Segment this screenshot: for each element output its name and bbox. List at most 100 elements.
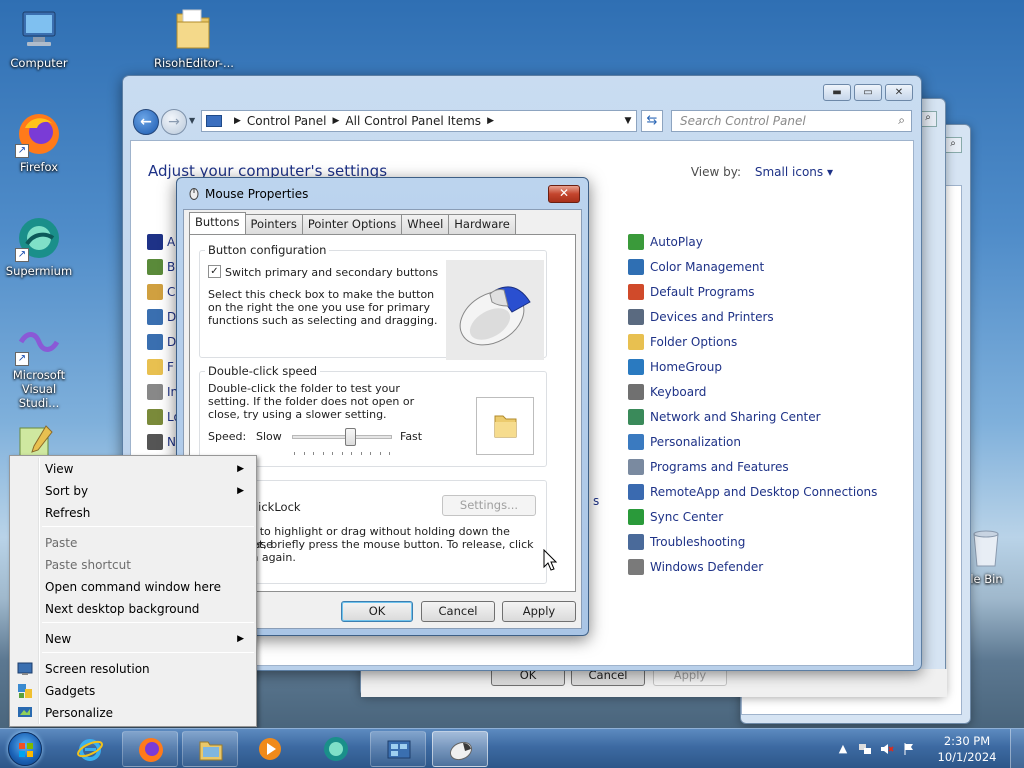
view-by[interactable]: View by: Small icons ▾ (691, 165, 833, 179)
taskbar-firefox[interactable] (122, 731, 178, 767)
window-caption-buttons: ▬ ▭ ✕ (823, 84, 913, 101)
control-panel-item-icon (628, 433, 644, 450)
tab-pointer-options[interactable]: Pointer Options (301, 214, 403, 234)
shortcut-arrow-icon: ↗ (15, 144, 29, 158)
desktop-icon-firefox[interactable]: ↗ Firefox (0, 110, 78, 174)
maximize-button[interactable]: ▭ (854, 84, 882, 101)
start-button[interactable] (3, 729, 47, 768)
taskbar-ie[interactable] (62, 731, 118, 767)
menu-item-paste-shortcut[interactable]: Paste shortcut (12, 554, 254, 576)
breadcrumb-separator-icon[interactable]: ▶ (234, 116, 241, 126)
recent-pages-icon[interactable]: ▼ (189, 116, 195, 125)
action-center-flag-icon[interactable] (902, 742, 916, 756)
desktop-icon-risoheditor[interactable]: RisohEditor-... (154, 6, 234, 70)
control-panel-item[interactable]: Troubleshooting (628, 529, 877, 554)
view-by-dropdown[interactable]: Small icons ▾ (755, 165, 833, 179)
control-panel-item[interactable]: AutoPlay (628, 229, 877, 254)
show-desktop-button[interactable] (1010, 729, 1024, 768)
menu-item-paste[interactable]: Paste (12, 532, 254, 554)
control-panel-item[interactable]: Windows Defender (628, 554, 877, 579)
search-icon[interactable]: ⌕ (898, 113, 905, 128)
slow-label: Slow (256, 430, 282, 443)
speed-slider-thumb[interactable] (345, 428, 356, 446)
control-panel-item[interactable]: Folder Options (628, 329, 877, 354)
test-folder[interactable] (476, 397, 534, 455)
folder-icon (169, 6, 217, 54)
personalize-icon (17, 705, 33, 721)
submenu-arrow-icon: ▶ (237, 634, 244, 644)
submenu-arrow-icon: ▶ (237, 464, 244, 474)
desktop-icon-label: Firefox (19, 160, 59, 174)
breadcrumb-all-items[interactable]: All Control Panel Items (345, 114, 481, 128)
clock[interactable]: 2:30 PM 10/1/2024 (932, 733, 1002, 765)
apply-button[interactable]: Apply (502, 601, 576, 622)
speed-slider-track[interactable] (292, 435, 392, 439)
control-panel-item[interactable]: Sync Center (628, 504, 877, 529)
folder-icon (197, 736, 225, 764)
tab-hardware[interactable]: Hardware (448, 214, 516, 234)
tab-wheel[interactable]: Wheel (401, 214, 450, 234)
search-input[interactable]: Search Control Panel ⌕ (671, 110, 912, 132)
shortcut-arrow-icon: ↗ (15, 248, 29, 262)
show-hidden-icons-icon[interactable]: ▲ (836, 742, 850, 756)
breadcrumb-separator-icon[interactable]: ▶ (487, 116, 494, 126)
menu-item-label: Personalize (45, 706, 114, 720)
menu-item-label: Sort by (45, 484, 89, 498)
breadcrumb-control-panel[interactable]: Control Panel (247, 114, 327, 128)
menu-item-personalize[interactable]: Personalize (12, 702, 254, 724)
network-icon[interactable] (858, 742, 872, 756)
close-button[interactable]: ✕ (885, 84, 913, 101)
desktop-icon-supermium[interactable]: ↗ Supermium (0, 214, 78, 278)
control-panel-item-icon (628, 508, 644, 525)
taskbar-supermium[interactable] (308, 731, 364, 767)
desktop-icon-visual-studio[interactable]: ↗ Microsoft Visual Studi... (0, 318, 78, 410)
control-panel-item[interactable]: Keyboard (628, 379, 877, 404)
fast-label: Fast (400, 430, 423, 443)
ok-button[interactable]: OK (341, 601, 413, 622)
control-panel-item-icon (628, 558, 644, 575)
taskbar-control-panel[interactable] (370, 731, 426, 767)
cancel-button[interactable]: Cancel (421, 601, 495, 622)
address-bar[interactable]: ▶ Control Panel ▶ All Control Panel Item… (201, 110, 637, 132)
tab-buttons[interactable]: Buttons (189, 212, 246, 234)
control-panel-item-label: Keyboard (650, 384, 707, 399)
checkbox-label[interactable]: Switch primary and secondary buttons (225, 266, 438, 279)
double-click-description: Double-click the folder to test your set… (208, 382, 415, 421)
back-button[interactable]: ← (133, 109, 159, 135)
control-panel-item[interactable]: RemoteApp and Desktop Connections (628, 479, 877, 504)
breadcrumb-separator-icon[interactable]: ▶ (333, 116, 340, 126)
switch-buttons-checkbox[interactable]: ✓ (208, 265, 221, 278)
address-dropdown-icon[interactable]: ▼ (620, 116, 636, 126)
minimize-button[interactable]: ▬ (823, 84, 851, 101)
control-panel-item[interactable]: Default Programs (628, 279, 877, 304)
menu-item-open-command-window-here[interactable]: Open command window here (12, 576, 254, 598)
menu-item-refresh[interactable]: Refresh (12, 502, 254, 524)
close-button[interactable]: ✕ (548, 185, 580, 203)
desktop-icon-computer[interactable]: Computer (0, 6, 78, 70)
control-panel-item[interactable]: HomeGroup (628, 354, 877, 379)
taskbar-explorer[interactable] (182, 731, 238, 767)
clicklock-settings-button[interactable]: Settings... (442, 495, 536, 516)
taskbar-mouse-properties[interactable] (432, 731, 488, 767)
menu-item-view[interactable]: View ▶ (12, 458, 254, 480)
tab-pointers[interactable]: Pointers (244, 214, 303, 234)
control-panel-item-label: HomeGroup (650, 359, 722, 374)
taskbar-media-player[interactable] (242, 731, 298, 767)
control-panel-item[interactable]: Devices and Printers (628, 304, 877, 329)
menu-item-screen-resolution[interactable]: Screen resolution (12, 658, 254, 680)
menu-item-sort-by[interactable]: Sort by ▶ (12, 480, 254, 502)
control-panel-item[interactable]: Programs and Features (628, 454, 877, 479)
control-panel-item[interactable]: Personalization (628, 429, 877, 454)
control-panel-item[interactable]: Color Management (628, 254, 877, 279)
menu-item-next-desktop-background[interactable]: Next desktop background (12, 598, 254, 620)
control-panel-item[interactable]: Network and Sharing Center (628, 404, 877, 429)
desktop-context-menu[interactable]: View ▶ Sort by ▶ Refresh Paste Paste shortcut O… (9, 455, 257, 727)
search-icon[interactable]: ⌕ (944, 137, 962, 153)
menu-item-new[interactable]: New ▶ (12, 628, 254, 650)
system-tray: ▲ 2:30 PM 10/1/2024 (834, 729, 1024, 768)
menu-item-gadgets[interactable]: Gadgets (12, 680, 254, 702)
volume-muted-icon[interactable] (880, 742, 894, 756)
double-click-speed-group: Double-click speed Double-click the fold… (199, 364, 547, 467)
forward-button[interactable]: → (161, 109, 187, 135)
refresh-button[interactable]: ⇆ (641, 110, 663, 132)
